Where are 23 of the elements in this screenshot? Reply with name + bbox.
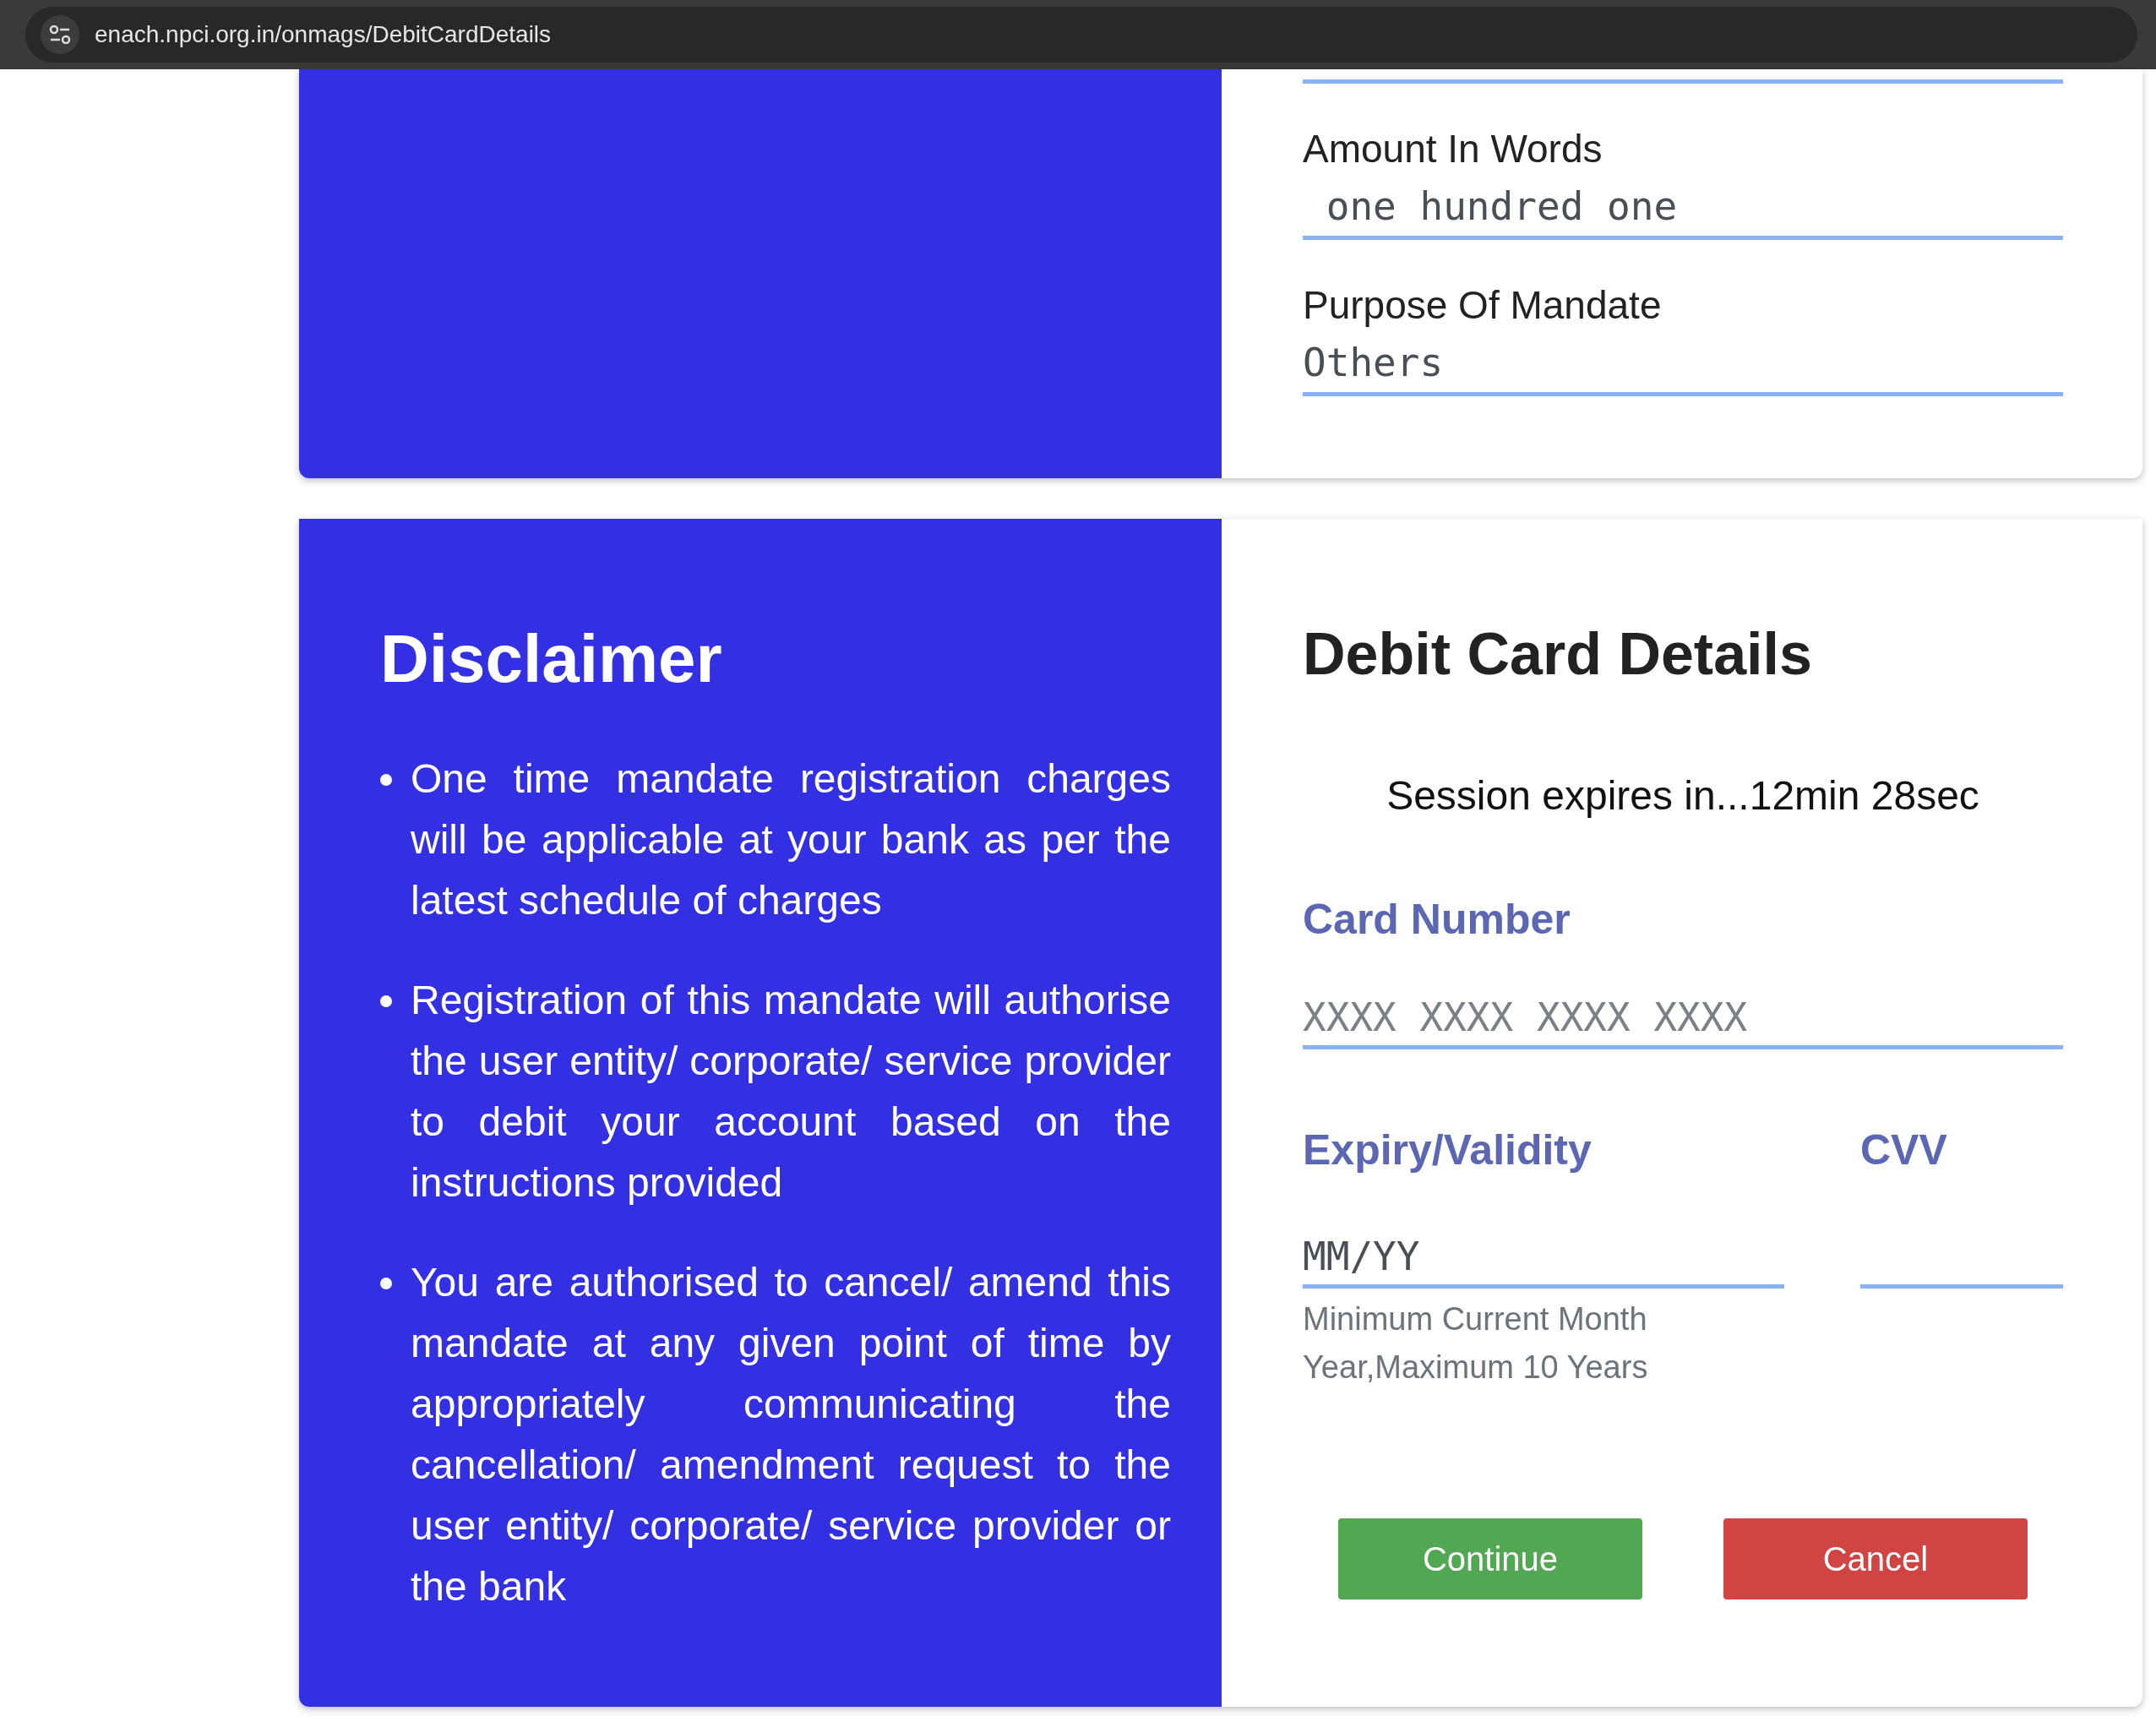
address-bar[interactable]: enach.npci.org.in/onmags/DebitCardDetails bbox=[25, 7, 2137, 63]
session-timer: Session expires in...12min 28sec bbox=[1386, 772, 1980, 819]
input-field[interactable]: Others bbox=[1303, 328, 2063, 396]
disclaimer-title: Disclaimer bbox=[380, 620, 723, 698]
disclaimer-text: One time mandate registration charges will be applicable at your bank as per the latest schedule of charges bbox=[411, 755, 1171, 924]
expiry-input[interactable]: MM/YY bbox=[1303, 1234, 1784, 1289]
disclaimer-text: Registration of this mandate will authorise the user entity/ corporate/ service provider to debit your account based on the instructions provided bbox=[411, 977, 1171, 1207]
settings-icon[interactable] bbox=[41, 15, 79, 54]
field-label: Expiry/Validity bbox=[1303, 1125, 1592, 1174]
bullet-icon bbox=[380, 774, 392, 786]
cancel-button[interactable]: Cancel bbox=[1723, 1518, 2028, 1599]
hint-text: Minimum Current Month Year,Maximum 10 Years bbox=[1303, 1300, 1649, 1387]
field-label: CVV bbox=[1860, 1125, 1948, 1174]
bullet-icon bbox=[380, 1278, 392, 1289]
field-label: Amount In Words bbox=[1303, 126, 1603, 172]
url-text: enach.npci.org.in/onmags/DebitCardDetails bbox=[95, 21, 552, 48]
field-label: Purpose Of Mandate bbox=[1303, 282, 1663, 328]
bullet-icon bbox=[380, 995, 392, 1007]
card-number-input[interactable]: XXXX XXXX XXXX XXXX bbox=[1303, 995, 2063, 1049]
input-field[interactable]: one hundred one bbox=[1303, 172, 2063, 240]
disclaimer-text: You are authorised to cancel/ amend this mandate at any given point of time by appropriately communicating the cancellation/ amendment request to the user entity/ corporate/ service provider or the bank bbox=[411, 1259, 1171, 1610]
section-title: Debit Card Details bbox=[1303, 620, 1813, 688]
field-label: Card Number bbox=[1303, 895, 1571, 944]
